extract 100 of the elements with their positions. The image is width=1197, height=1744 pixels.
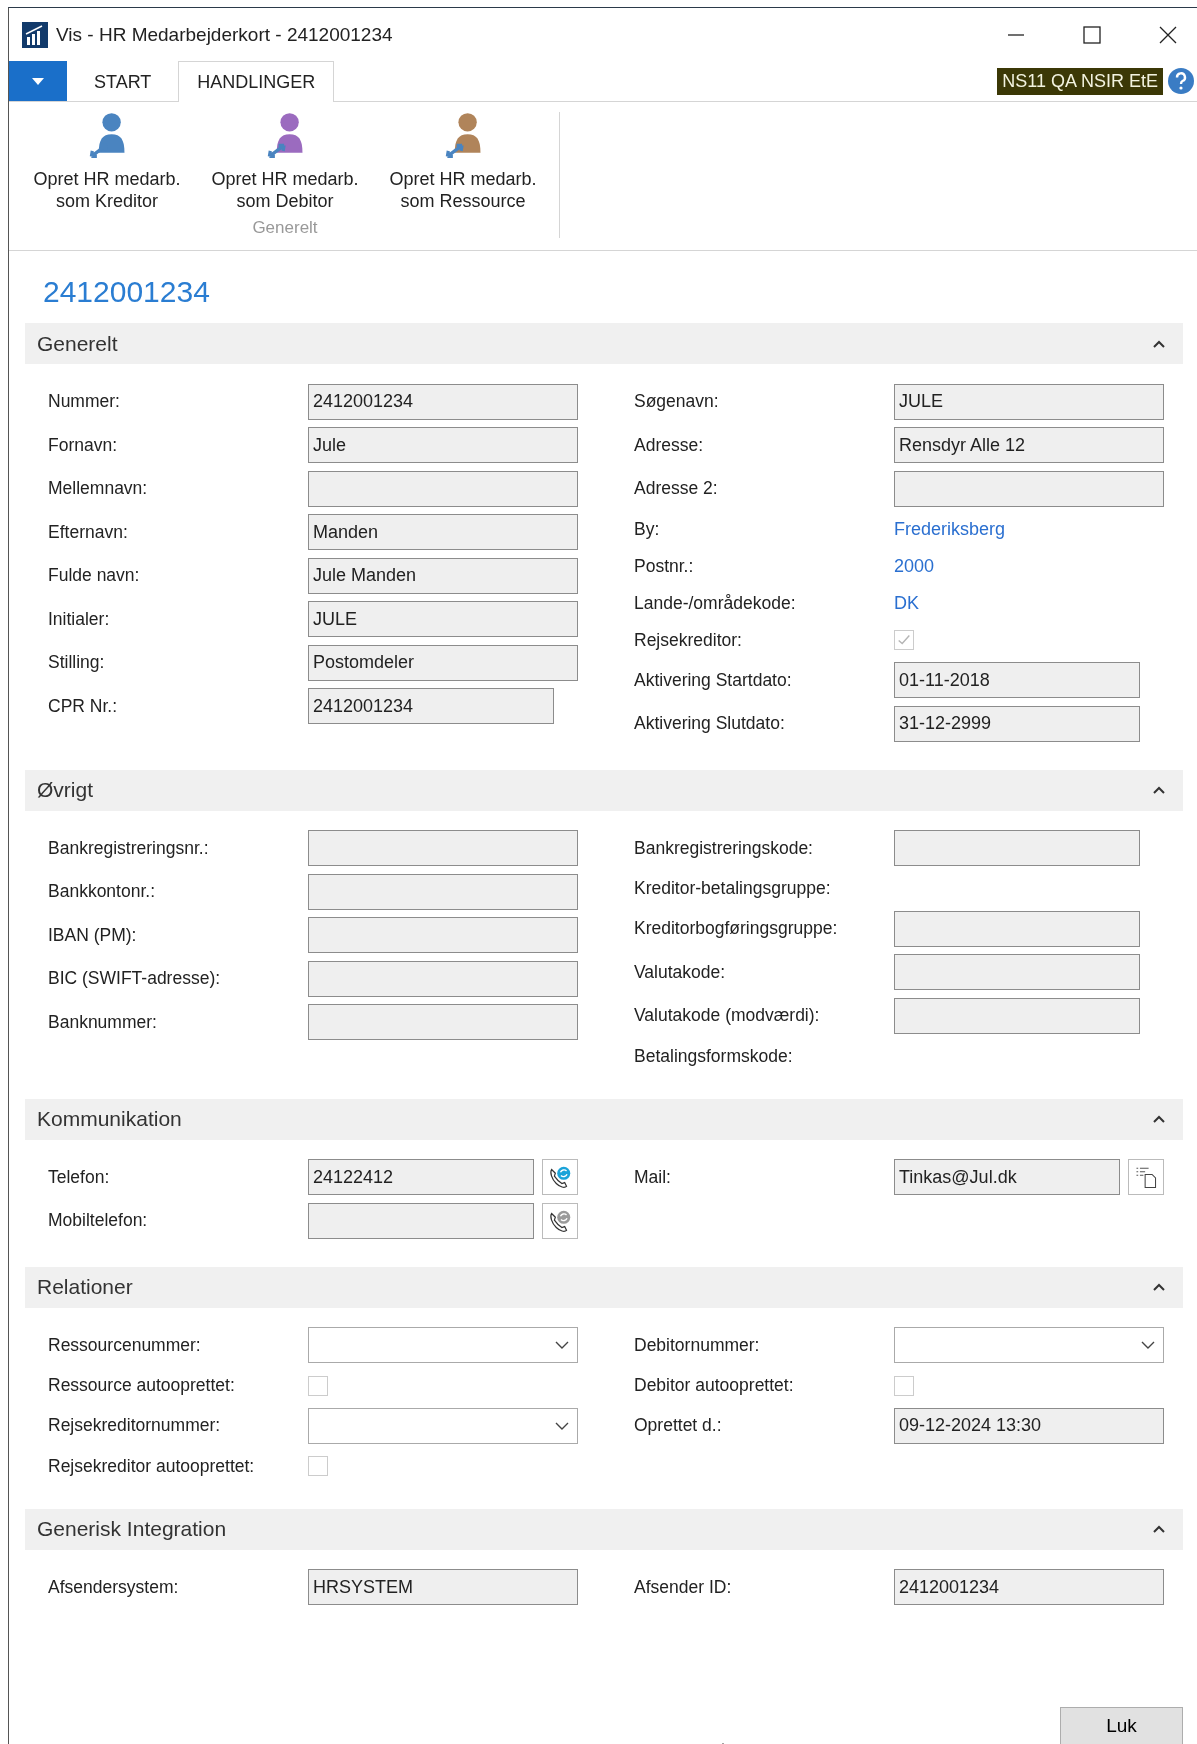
input-field[interactable]: Jule Manden bbox=[308, 557, 578, 594]
input-field[interactable]: 24122412 bbox=[308, 1159, 534, 1196]
ribbon-action-button[interactable]: Opret HR medarb. som Debitor bbox=[203, 112, 367, 212]
dropdown-field[interactable] bbox=[308, 1407, 578, 1444]
ribbon-group-label: Generelt bbox=[252, 218, 318, 238]
dropdown-field[interactable] bbox=[894, 1327, 1164, 1364]
field-label: Oprettet d.: bbox=[634, 1415, 723, 1437]
field-label: Kreditorbogføringsgruppe: bbox=[634, 918, 839, 940]
field-label: Banknummer: bbox=[48, 1011, 158, 1033]
input-field[interactable] bbox=[308, 470, 578, 507]
input-field[interactable]: Tinkas@Jul.dk bbox=[894, 1159, 1120, 1196]
input-field[interactable] bbox=[894, 954, 1140, 991]
input-field[interactable]: 2412001234 bbox=[894, 1569, 1164, 1606]
input-field[interactable]: HRSYSTEM bbox=[308, 1569, 578, 1606]
field-label: Telefon: bbox=[48, 1166, 111, 1188]
field-label: Adresse 2: bbox=[634, 478, 719, 500]
field-label: Fulde navn: bbox=[48, 565, 141, 587]
input-field[interactable] bbox=[894, 830, 1140, 867]
field-label: Mobiltelefon: bbox=[48, 1210, 149, 1232]
field-label: Betalingsformskode: bbox=[634, 1045, 794, 1067]
field-label: Afsender ID: bbox=[634, 1576, 733, 1598]
field-label: Postnr.: bbox=[634, 555, 695, 577]
field-label: Bankkontonr.: bbox=[48, 881, 157, 903]
field-label: Kreditor-betalingsgruppe: bbox=[634, 878, 832, 899]
section-header[interactable]: Generisk Integration bbox=[25, 1508, 1183, 1550]
field-label: Rejsekreditornummer: bbox=[48, 1415, 222, 1437]
field-label: Efternavn: bbox=[48, 521, 129, 543]
field-label: Debitornummer: bbox=[634, 1334, 761, 1356]
field-label: Adresse: bbox=[634, 434, 705, 456]
section-header[interactable]: Relationer bbox=[25, 1266, 1183, 1308]
input-field[interactable]: Postomdeler bbox=[308, 644, 578, 681]
checkbox[interactable] bbox=[308, 1456, 328, 1476]
field-link[interactable]: DK bbox=[894, 592, 919, 614]
chevron-down-icon bbox=[555, 1421, 569, 1430]
field-label: CPR Nr.: bbox=[48, 695, 119, 717]
field-label: Debitor autooprettet: bbox=[634, 1375, 795, 1396]
field-label: Lande-/områdekode: bbox=[634, 592, 797, 614]
page-title: 2412001234 bbox=[43, 275, 211, 309]
ribbon-action-button[interactable]: Opret HR medarb. som Ressource bbox=[381, 112, 545, 212]
input-field[interactable] bbox=[308, 830, 578, 867]
input-field[interactable]: Rensdyr Alle 12 bbox=[894, 427, 1164, 464]
input-field[interactable]: 01-11-2018 bbox=[894, 662, 1140, 699]
input-field[interactable] bbox=[308, 1202, 534, 1239]
input-field[interactable] bbox=[308, 960, 578, 997]
field-label: Mellemnavn: bbox=[48, 478, 149, 500]
field-label: Rejsekreditor: bbox=[634, 629, 743, 651]
field-label: IBAN (PM): bbox=[48, 924, 138, 946]
field-label: Ressource autooprettet: bbox=[48, 1375, 236, 1396]
close-button[interactable]: Luk bbox=[1060, 1707, 1183, 1744]
input-field[interactable] bbox=[894, 997, 1140, 1034]
field-label: Mail: bbox=[634, 1166, 672, 1188]
field-link[interactable]: 2000 bbox=[894, 555, 935, 577]
field-label: Valutakode (modværdi): bbox=[634, 1005, 821, 1027]
field-label: BIC (SWIFT-adresse): bbox=[48, 968, 222, 990]
window-title: Vis - HR Medarbejderkort - 2412001234 bbox=[56, 23, 393, 46]
input-field[interactable]: Jule bbox=[308, 427, 578, 464]
input-field[interactable] bbox=[308, 1004, 578, 1041]
field-link[interactable]: Frederiksberg bbox=[894, 518, 1006, 540]
chevron-down-icon bbox=[1141, 1341, 1155, 1350]
input-field[interactable]: 2412001234 bbox=[308, 688, 554, 725]
caret-down-icon bbox=[32, 77, 44, 85]
field-label: By: bbox=[634, 518, 661, 540]
checkbox[interactable] bbox=[894, 630, 914, 650]
checkbox[interactable] bbox=[308, 1375, 328, 1396]
field-label: Rejsekreditor autooprettet: bbox=[48, 1455, 256, 1477]
maximize-icon[interactable] bbox=[1083, 25, 1101, 44]
field-label: Valutakode: bbox=[634, 961, 727, 983]
field-label: Fornavn: bbox=[48, 434, 119, 456]
input-field[interactable]: JULE bbox=[308, 601, 578, 638]
checkbox[interactable] bbox=[894, 1375, 914, 1396]
app-icon bbox=[22, 21, 48, 48]
field-label: Stilling: bbox=[48, 652, 106, 674]
input-field[interactable] bbox=[894, 910, 1140, 947]
field-label: Afsendersystem: bbox=[48, 1576, 180, 1598]
input-field[interactable]: Manden bbox=[308, 514, 578, 551]
field-label: Søgenavn: bbox=[634, 391, 720, 413]
input-field[interactable] bbox=[308, 917, 578, 954]
input-field[interactable]: JULE bbox=[894, 383, 1164, 420]
close-icon[interactable] bbox=[1159, 25, 1177, 44]
field-label: Bankregistreringsnr.: bbox=[48, 837, 210, 859]
input-field[interactable]: 31-12-2999 bbox=[894, 705, 1140, 742]
ribbon-tab[interactable]: START bbox=[75, 62, 171, 101]
dropdown-field[interactable] bbox=[308, 1327, 578, 1364]
company-badge: NS11 QA NSIR EtE bbox=[997, 68, 1163, 95]
field-label: Initialer: bbox=[48, 608, 111, 630]
input-field[interactable]: 09-12-2024 13:30 bbox=[894, 1407, 1164, 1444]
section-header[interactable]: Øvrigt bbox=[25, 769, 1183, 811]
ribbon-action-button[interactable]: Opret HR medarb. som Kreditor bbox=[25, 112, 189, 212]
input-field[interactable] bbox=[308, 873, 578, 910]
input-field[interactable]: 2412001234 bbox=[308, 383, 578, 420]
ribbon-tab[interactable]: HANDLINGER bbox=[178, 61, 335, 102]
mail-button[interactable] bbox=[1128, 1159, 1164, 1196]
section-header[interactable]: Generelt bbox=[25, 323, 1183, 364]
field-label: Aktivering Slutdato: bbox=[634, 713, 786, 735]
help-icon[interactable] bbox=[1167, 67, 1195, 95]
input-field[interactable] bbox=[894, 470, 1164, 507]
section-header[interactable]: Kommunikation bbox=[25, 1098, 1183, 1140]
field-label: Nummer: bbox=[48, 391, 121, 413]
call-button[interactable] bbox=[542, 1159, 578, 1196]
field-label: Ressourcenummer: bbox=[48, 1334, 202, 1356]
